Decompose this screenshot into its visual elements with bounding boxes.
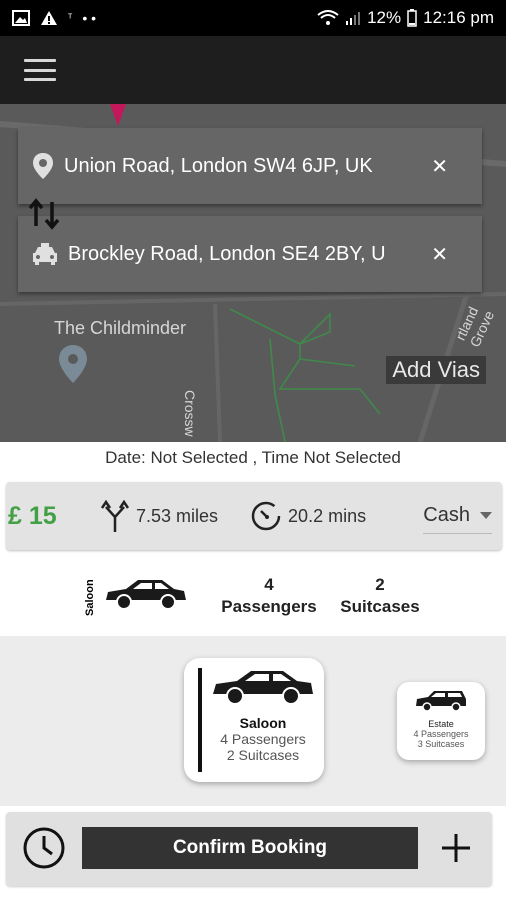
vehicle-card-saloon[interactable]: Saloon 4 Passengers 2 Suitcases <box>184 658 324 782</box>
swap-addresses-icon[interactable] <box>26 196 62 232</box>
payment-dropdown[interactable]: Cash <box>423 498 492 534</box>
vehicle-card-estate[interactable]: Estate 4 Passengers 3 Suitcases <box>397 682 485 760</box>
street-label-crosswa: Crossw <box>182 390 198 437</box>
clear-dropoff-icon[interactable]: ✕ <box>431 242 448 267</box>
taxi-icon <box>33 243 57 265</box>
saloon-car-icon <box>213 671 313 705</box>
clock-icon[interactable] <box>22 826 66 870</box>
pickup-address: Union Road, London SW4 6JP, UK <box>64 154 373 177</box>
vehicle-type-label: Saloon <box>84 579 96 616</box>
selected-indicator <box>198 668 202 772</box>
date-time-line[interactable]: Date: Not Selected , Time Not Selected <box>0 448 506 468</box>
status-bar: ᵀ • • 12% 12:16 pm <box>0 0 506 36</box>
map-view[interactable]: Union Road, London SW4 6JP, UK ✕ Brockle… <box>0 104 506 442</box>
vehicle-name: Saloon <box>239 715 287 731</box>
duration-stat: 20.2 mins <box>250 500 366 532</box>
app-bar <box>0 36 506 104</box>
suitcases-summary: 2 Suitcases <box>332 574 428 618</box>
vehicle-name: Estate <box>428 719 454 729</box>
suitcases-label: Suitcases <box>340 597 420 616</box>
dropoff-address: Brockley Road, London SE4 2BY, U <box>68 242 386 265</box>
battery-icon <box>407 9 417 27</box>
booking-action-bar: Confirm Booking <box>6 812 492 886</box>
distance-value: 7.53 miles <box>136 505 219 526</box>
fare-price: £ 15 <box>8 501 57 530</box>
saloon-car-icon <box>106 580 186 610</box>
notification-dot-icon: ᵀ <box>68 12 73 24</box>
chevron-down-icon <box>480 511 492 519</box>
suitcases-count: 2 <box>375 575 385 594</box>
status-icons-left: ᵀ • • <box>12 10 96 26</box>
pickup-card[interactable]: Union Road, London SW4 6JP, UK ✕ <box>18 128 482 204</box>
payment-value: Cash <box>423 504 470 526</box>
trip-info-bar: £ 15 7.53 miles 20.2 mins Cash <box>6 482 502 550</box>
vehicle-suitcases: 3 Suitcases <box>417 739 465 749</box>
confirm-booking-button[interactable]: Confirm Booking <box>82 827 418 869</box>
duration-value: 20.2 mins <box>288 505 367 526</box>
clock-time: 12:16 pm <box>423 8 494 27</box>
wifi-icon <box>317 10 339 25</box>
passengers-label: Passengers <box>221 597 317 616</box>
distance-stat: 7.53 miles <box>100 499 218 533</box>
poi-label: The Childminder <box>54 318 187 338</box>
vehicle-selector[interactable]: Saloon 4 Passengers 2 Suitcases Estate 4… <box>0 636 506 806</box>
estate-car-icon <box>416 691 466 712</box>
location-pin-icon <box>33 153 53 179</box>
more-dots-icon: • • <box>82 10 97 26</box>
image-icon <box>12 10 30 26</box>
vehicle-passengers: 4 Passengers <box>413 729 469 739</box>
signal-icon <box>346 12 361 25</box>
route-split-icon <box>100 499 130 532</box>
passengers-summary: 4 Passengers <box>214 574 324 618</box>
warning-icon <box>41 11 57 25</box>
passengers-count: 4 <box>264 575 274 594</box>
menu-icon[interactable] <box>24 59 56 81</box>
vehicle-summary: Saloon 4 Passengers 2 Suitcases <box>0 562 506 636</box>
timer-icon <box>251 501 281 531</box>
vehicle-passengers: 4 Passengers <box>220 731 306 747</box>
clear-pickup-icon[interactable]: ✕ <box>431 154 448 179</box>
dropoff-card[interactable]: Brockley Road, London SE4 2BY, U ✕ <box>18 216 482 292</box>
vehicle-suitcases: 2 Suitcases <box>226 747 300 763</box>
poi-pin-icon <box>59 345 87 383</box>
add-vias-button[interactable]: Add Vias <box>386 356 486 384</box>
plus-icon[interactable] <box>436 826 476 870</box>
battery-percent: 12% <box>367 8 402 27</box>
